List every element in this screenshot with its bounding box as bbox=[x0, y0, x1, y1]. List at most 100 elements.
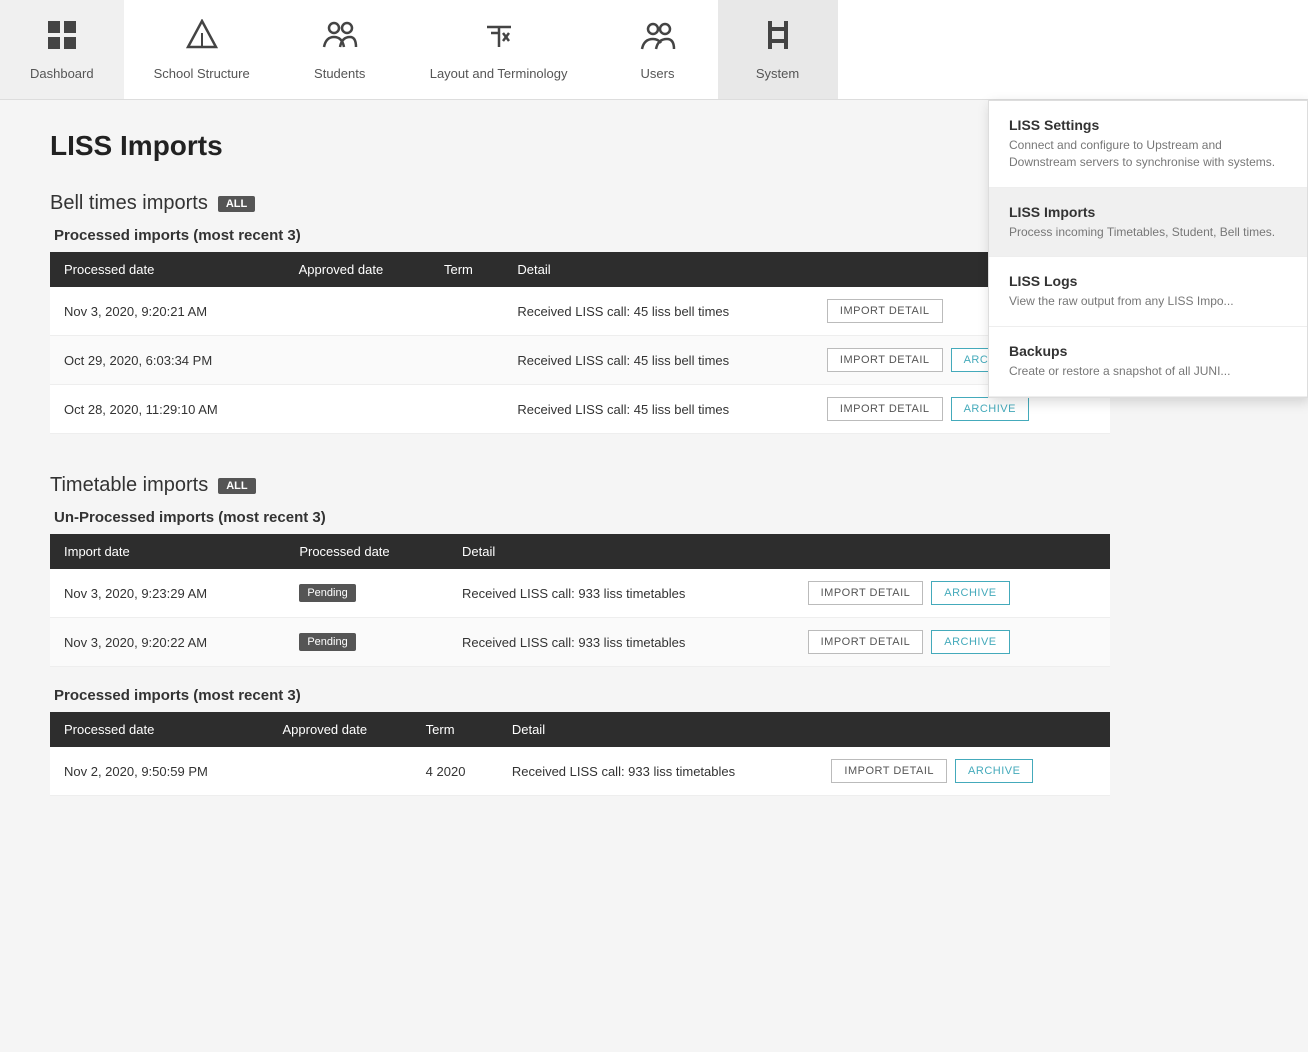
archive-button[interactable]: ARCHIVE bbox=[931, 630, 1009, 654]
col-processed-date: Processed date bbox=[50, 252, 285, 287]
pending-badge: Pending bbox=[299, 633, 355, 651]
col-term: Term bbox=[430, 252, 503, 287]
bell-times-processed-title: Processed imports (most recent 3) bbox=[54, 227, 1110, 244]
nav-users-label: Users bbox=[641, 66, 675, 81]
timetable-processed-title: Processed imports (most recent 3) bbox=[54, 687, 1110, 704]
bell-row1-term bbox=[430, 287, 503, 336]
tt-unproc-row1-detail: Received LISS call: 933 liss timetables bbox=[448, 569, 794, 618]
tt-unproc-row1-processed-date: Pending bbox=[285, 569, 448, 618]
archive-button[interactable]: ARCHIVE bbox=[951, 397, 1029, 421]
import-detail-button[interactable]: IMPORT DETAIL bbox=[808, 630, 924, 654]
bell-row3-approved-date bbox=[285, 385, 430, 434]
tt-proc-row1-approved-date bbox=[269, 747, 412, 796]
system-dropdown: LISS Settings Connect and configure to U… bbox=[988, 100, 1308, 398]
bell-times-section: Bell times imports ALL Processed imports… bbox=[50, 192, 1110, 434]
students-icon bbox=[322, 19, 358, 58]
bell-row2-detail: Received LISS call: 45 liss bell times bbox=[503, 336, 813, 385]
dropdown-liss-imports-title: LISS Imports bbox=[1009, 204, 1287, 220]
dropdown-liss-logs-desc: View the raw output from any LISS Impo..… bbox=[1009, 293, 1287, 310]
col-approved-date: Approved date bbox=[285, 252, 430, 287]
layout-terminology-icon bbox=[483, 19, 515, 58]
nav-users[interactable]: Users bbox=[598, 0, 718, 99]
import-detail-button[interactable]: IMPORT DETAIL bbox=[827, 397, 943, 421]
timetable-all-badge[interactable]: ALL bbox=[218, 478, 255, 494]
main-content: LISS Imports Bell times imports ALL Proc… bbox=[0, 100, 1160, 866]
timetable-section-title: Timetable imports ALL bbox=[50, 474, 1110, 497]
tt-unproc-row1-actions: IMPORT DETAIL ARCHIVE bbox=[794, 569, 1110, 618]
tt-unproc-row2-detail: Received LISS call: 933 liss timetables bbox=[448, 618, 794, 667]
nav-school-structure[interactable]: School Structure bbox=[124, 0, 280, 99]
tt-proc-row1-detail: Received LISS call: 933 liss timetables bbox=[498, 747, 818, 796]
nav-system[interactable]: System bbox=[718, 0, 838, 99]
col-processed-date: Processed date bbox=[285, 534, 448, 569]
timetable-unprocessed-header-row: Import date Processed date Detail bbox=[50, 534, 1110, 569]
nav-students-label: Students bbox=[314, 66, 365, 81]
table-row: Nov 3, 2020, 9:23:29 AM Pending Received… bbox=[50, 569, 1110, 618]
col-actions bbox=[794, 534, 1110, 569]
dropdown-liss-logs-title: LISS Logs bbox=[1009, 273, 1287, 289]
dashboard-icon bbox=[46, 19, 78, 58]
tt-unproc-row2-processed-date: Pending bbox=[285, 618, 448, 667]
dropdown-liss-imports[interactable]: LISS Imports Process incoming Timetables… bbox=[989, 188, 1307, 258]
timetable-unprocessed-table: Import date Processed date Detail Nov 3,… bbox=[50, 534, 1110, 667]
table-row: Nov 3, 2020, 9:20:22 AM Pending Received… bbox=[50, 618, 1110, 667]
tt-proc-row1-actions: IMPORT DETAIL ARCHIVE bbox=[817, 747, 1110, 796]
nav-dashboard-label: Dashboard bbox=[30, 66, 94, 81]
import-detail-button[interactable]: IMPORT DETAIL bbox=[831, 759, 947, 783]
dropdown-backups[interactable]: Backups Create or restore a snapshot of … bbox=[989, 327, 1307, 397]
tt-unproc-row2-actions: IMPORT DETAIL ARCHIVE bbox=[794, 618, 1110, 667]
dropdown-liss-settings[interactable]: LISS Settings Connect and configure to U… bbox=[989, 101, 1307, 188]
bell-times-table-header-row: Processed date Approved date Term Detail bbox=[50, 252, 1110, 287]
nav-system-label: System bbox=[756, 66, 799, 81]
col-detail: Detail bbox=[498, 712, 818, 747]
dropdown-liss-settings-title: LISS Settings bbox=[1009, 117, 1287, 133]
timetable-unprocessed-title: Un-Processed imports (most recent 3) bbox=[54, 509, 1110, 526]
import-detail-button[interactable]: IMPORT DETAIL bbox=[827, 348, 943, 372]
bell-row2-processed-date: Oct 29, 2020, 6:03:34 PM bbox=[50, 336, 285, 385]
table-row: Nov 2, 2020, 9:50:59 PM 4 2020 Received … bbox=[50, 747, 1110, 796]
tt-unproc-row2-import-date: Nov 3, 2020, 9:20:22 AM bbox=[50, 618, 285, 667]
import-detail-button[interactable]: IMPORT DETAIL bbox=[808, 581, 924, 605]
tt-proc-row1-term: 4 2020 bbox=[412, 747, 498, 796]
pending-badge: Pending bbox=[299, 584, 355, 602]
col-processed-date: Processed date bbox=[50, 712, 269, 747]
bell-row2-term bbox=[430, 336, 503, 385]
bell-row3-processed-date: Oct 28, 2020, 11:29:10 AM bbox=[50, 385, 285, 434]
top-navigation: Dashboard School Structure Students bbox=[0, 0, 1308, 100]
nav-layout-terminology[interactable]: Layout and Terminology bbox=[400, 0, 598, 99]
bell-times-section-title: Bell times imports ALL bbox=[50, 192, 1110, 215]
col-import-date: Import date bbox=[50, 534, 285, 569]
col-detail: Detail bbox=[503, 252, 813, 287]
dropdown-backups-title: Backups bbox=[1009, 343, 1287, 359]
bell-row2-approved-date bbox=[285, 336, 430, 385]
tt-unproc-row1-import-date: Nov 3, 2020, 9:23:29 AM bbox=[50, 569, 285, 618]
table-row: Oct 28, 2020, 11:29:10 AM Received LISS … bbox=[50, 385, 1110, 434]
bell-row3-term bbox=[430, 385, 503, 434]
col-actions bbox=[817, 712, 1110, 747]
bell-row3-detail: Received LISS call: 45 liss bell times bbox=[503, 385, 813, 434]
tt-proc-row1-processed-date: Nov 2, 2020, 9:50:59 PM bbox=[50, 747, 269, 796]
users-icon bbox=[640, 19, 676, 58]
timetable-processed-header-row: Processed date Approved date Term Detail bbox=[50, 712, 1110, 747]
timetable-processed-table: Processed date Approved date Term Detail… bbox=[50, 712, 1110, 796]
bell-row1-detail: Received LISS call: 45 liss bell times bbox=[503, 287, 813, 336]
bell-times-all-badge[interactable]: ALL bbox=[218, 196, 255, 212]
import-detail-button[interactable]: IMPORT DETAIL bbox=[827, 299, 943, 323]
nav-students[interactable]: Students bbox=[280, 0, 400, 99]
archive-button[interactable]: ARCHIVE bbox=[955, 759, 1033, 783]
dropdown-liss-logs[interactable]: LISS Logs View the raw output from any L… bbox=[989, 257, 1307, 327]
col-approved-date: Approved date bbox=[269, 712, 412, 747]
archive-button[interactable]: ARCHIVE bbox=[931, 581, 1009, 605]
system-icon bbox=[764, 19, 792, 58]
dropdown-liss-imports-desc: Process incoming Timetables, Student, Be… bbox=[1009, 224, 1287, 241]
dropdown-liss-settings-desc: Connect and configure to Upstream and Do… bbox=[1009, 137, 1287, 171]
dropdown-backups-desc: Create or restore a snapshot of all JUNI… bbox=[1009, 363, 1287, 380]
bell-times-table: Processed date Approved date Term Detail… bbox=[50, 252, 1110, 434]
nav-school-structure-label: School Structure bbox=[154, 66, 250, 81]
col-term: Term bbox=[412, 712, 498, 747]
nav-layout-terminology-label: Layout and Terminology bbox=[430, 66, 568, 81]
nav-dashboard[interactable]: Dashboard bbox=[0, 0, 124, 99]
page-title: LISS Imports bbox=[50, 130, 1110, 162]
bell-row1-approved-date bbox=[285, 287, 430, 336]
timetable-section: Timetable imports ALL Un-Processed impor… bbox=[50, 474, 1110, 796]
